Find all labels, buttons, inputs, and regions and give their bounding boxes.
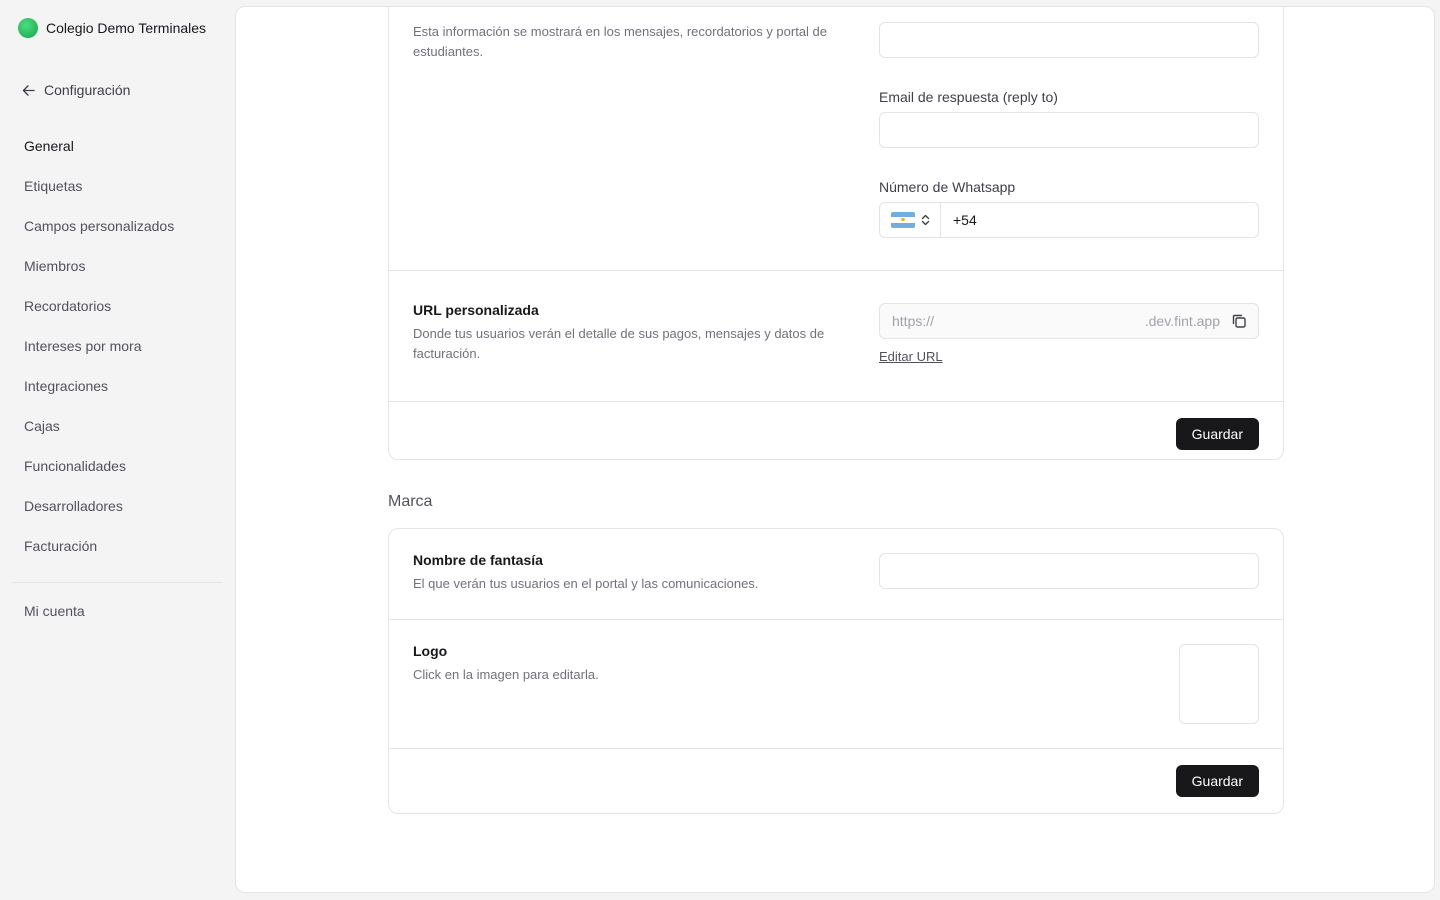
sidebar-item-general[interactable]: General	[24, 136, 174, 156]
fantasy-name-title: Nombre de fantasía	[413, 552, 543, 568]
fantasy-name-description: El que verán tus usuarios en el portal y…	[413, 576, 759, 591]
logo-upload-image[interactable]	[1179, 644, 1259, 724]
logo-description: Click en la imagen para editarla.	[413, 667, 599, 682]
back-to-settings-link[interactable]: Configuración	[22, 80, 130, 100]
copy-icon[interactable]	[1230, 312, 1248, 330]
back-link-label: Configuración	[44, 82, 131, 98]
org-name: Colegio Demo Terminales	[46, 20, 207, 36]
general-settings-card: Esta información se mostrará en los mens…	[388, 7, 1284, 460]
logo-title: Logo	[413, 643, 448, 659]
sidebar-item-campos-personalizados[interactable]: Campos personalizados	[24, 216, 174, 236]
sidebar-divider	[12, 582, 222, 583]
reply-to-label: Email de respuesta (reply to)	[879, 89, 1058, 105]
row-divider	[389, 619, 1283, 620]
sidebar-item-miembros[interactable]: Miembros	[24, 256, 174, 276]
save-general-button[interactable]: Guardar	[1175, 418, 1259, 450]
org-switcher[interactable]: Colegio Demo Terminales	[18, 18, 206, 38]
whatsapp-label: Número de Whatsapp	[879, 179, 1016, 195]
sidebar-item-intereses-por-mora[interactable]: Intereses por mora	[24, 336, 174, 356]
custom-url-description: Donde tus usuarios verán el detalle de s…	[413, 326, 825, 361]
fantasy-name-input[interactable]	[879, 553, 1259, 589]
settings-nav: General Etiquetas Campos personalizados …	[24, 136, 174, 576]
save-brand-button[interactable]: Guardar	[1175, 765, 1259, 797]
sidebar-item-desarrolladores[interactable]: Desarrolladores	[24, 496, 174, 516]
contact-email-input[interactable]	[879, 22, 1259, 58]
sidebar-item-etiquetas[interactable]: Etiquetas	[24, 176, 174, 196]
row-divider	[389, 270, 1283, 271]
whatsapp-number-input[interactable]: +54	[941, 212, 977, 228]
arrow-left-icon	[22, 84, 35, 96]
country-code-select[interactable]	[880, 203, 941, 237]
brand-section-heading: Marca	[388, 493, 433, 510]
edit-url-link[interactable]: Editar URL	[879, 349, 943, 364]
url-prefix: https://	[892, 313, 935, 329]
main-panel: Esta información se mostrará en los mens…	[235, 6, 1435, 893]
sidebar-item-integraciones[interactable]: Integraciones	[24, 376, 174, 396]
argentina-flag-icon	[890, 212, 915, 228]
sidebar-item-funcionalidades[interactable]: Funcionalidades	[24, 456, 174, 476]
chevron-up-down-icon	[921, 214, 930, 226]
custom-url-field[interactable]: https:// .dev.fint.app	[879, 303, 1259, 339]
row-divider	[389, 748, 1283, 749]
sidebar-item-recordatorios[interactable]: Recordatorios	[24, 296, 174, 316]
brand-settings-card: Nombre de fantasía El que verán tus usua…	[388, 528, 1284, 814]
sidebar-item-facturacion[interactable]: Facturación	[24, 536, 174, 556]
sidebar-item-cajas[interactable]: Cajas	[24, 416, 174, 436]
custom-url-title: URL personalizada	[413, 302, 539, 318]
row-divider	[389, 401, 1283, 402]
url-suffix: .dev.fint.app	[1144, 313, 1220, 329]
reply-to-email-input[interactable]	[879, 112, 1259, 148]
sidebar-item-mi-cuenta[interactable]: Mi cuenta	[24, 601, 85, 621]
org-logo-icon	[18, 18, 38, 38]
sidebar: Colegio Demo Terminales Configuración Ge…	[0, 0, 234, 900]
contact-description: Esta información se mostrará en los mens…	[413, 24, 828, 59]
whatsapp-phone-field: +54	[879, 202, 1259, 238]
